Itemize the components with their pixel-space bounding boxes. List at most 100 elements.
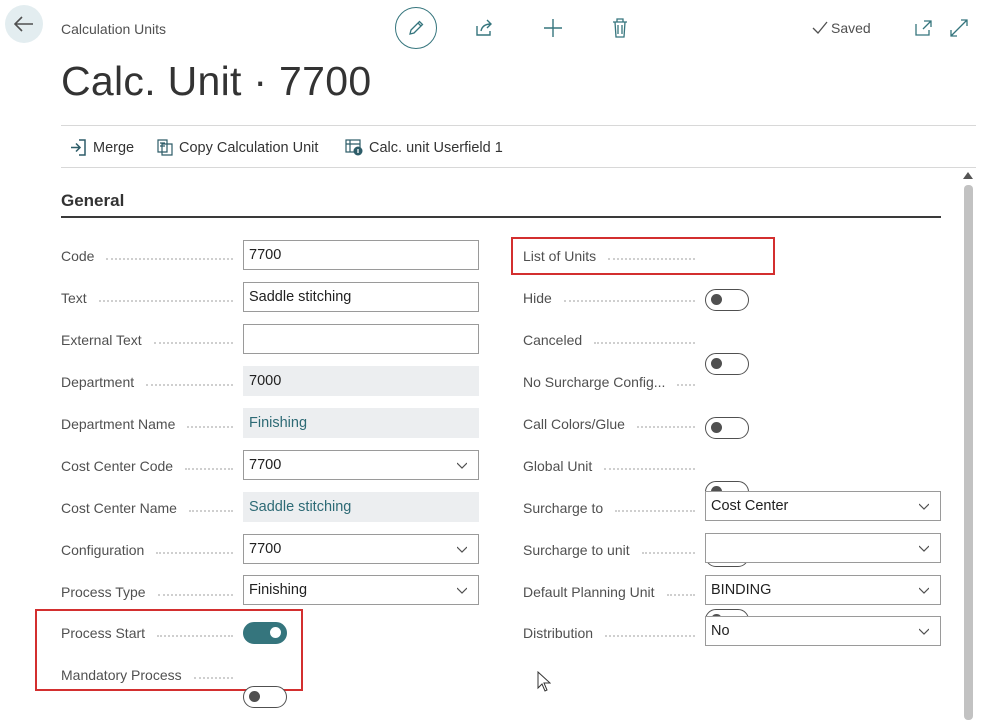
delete-button[interactable] — [608, 16, 632, 40]
default-planning-unit-value: BINDING — [711, 582, 772, 598]
global-unit-label: Global Unit — [523, 456, 705, 476]
chevron-down-icon — [919, 545, 929, 552]
department-label-text: Department — [61, 374, 135, 390]
cost-center-name-label: Cost Center Name — [61, 498, 243, 518]
chevron-down-icon — [457, 546, 467, 553]
toggle-knob — [711, 422, 722, 433]
copy-calculation-unit-action[interactable]: Copy Calculation Unit — [157, 139, 318, 156]
toggle-knob — [711, 358, 722, 369]
hide-label-text: Hide — [523, 290, 552, 306]
configuration-label-text: Configuration — [61, 542, 145, 558]
expand-button[interactable] — [948, 17, 970, 39]
distribution-dropdown[interactable]: No — [705, 616, 941, 646]
default-planning-unit-label: Default Planning Unit — [523, 582, 705, 602]
canceled-label-text: Canceled — [523, 332, 583, 348]
trash-icon — [613, 18, 627, 38]
process-type-dropdown[interactable]: Finishing — [243, 575, 479, 605]
toggle-knob — [270, 627, 281, 638]
cost-center-code-dropdown[interactable]: 7700 — [243, 450, 479, 480]
scrollbar-thumb[interactable] — [964, 185, 973, 720]
cost-center-code-label-text: Cost Center Code — [61, 458, 174, 474]
leader-dots — [605, 635, 695, 637]
breadcrumb[interactable]: Calculation Units — [61, 21, 166, 37]
leader-dots — [193, 677, 233, 679]
text-label-text: Text — [61, 290, 87, 306]
leader-dots — [615, 510, 695, 512]
chevron-down-icon — [457, 462, 467, 469]
cost-center-name-field[interactable]: Saddle stitching — [243, 492, 479, 522]
section-title-general[interactable]: General — [61, 191, 124, 211]
page-title: Calc. Unit · 7700 — [61, 58, 372, 104]
saved-status: Saved — [812, 20, 871, 36]
leader-dots — [636, 426, 695, 428]
process-start-label: Process Start — [61, 623, 243, 643]
configuration-label: Configuration — [61, 540, 243, 560]
default-planning-unit-dropdown[interactable]: BINDING — [705, 575, 941, 605]
new-button[interactable] — [541, 16, 565, 40]
edit-button[interactable] — [395, 7, 437, 49]
department-name-field[interactable]: Finishing — [243, 408, 479, 438]
process-start-toggle[interactable] — [243, 622, 287, 644]
list-of-units-label: List of Units — [523, 246, 705, 266]
copy-calculation-unit-label: Copy Calculation Unit — [179, 139, 319, 156]
external-text-label-text: External Text — [61, 332, 142, 348]
mandatory-process-label: Mandatory Process — [61, 665, 243, 685]
department-name-label-text: Department Name — [61, 416, 176, 432]
mandatory-process-label-text: Mandatory Process — [61, 667, 182, 683]
configuration-dropdown[interactable]: 7700 — [243, 534, 479, 564]
leader-dots — [666, 594, 695, 596]
call-colors-glue-label-text: Call Colors/Glue — [523, 416, 625, 432]
leader-dots — [98, 300, 233, 302]
share-icon — [476, 19, 492, 36]
code-label-text: Code — [61, 248, 95, 264]
saved-label: Saved — [831, 20, 871, 36]
process-type-value: Finishing — [249, 582, 308, 598]
leader-dots — [106, 258, 233, 260]
leader-dots — [677, 384, 695, 386]
userfield-icon — [345, 139, 363, 156]
merge-action[interactable]: Merge — [70, 139, 134, 156]
cost-center-code-value: 7700 — [249, 457, 282, 473]
surcharge-to-unit-label: Surcharge to unit — [523, 540, 705, 560]
surcharge-to-unit-dropdown[interactable] — [705, 533, 941, 563]
no-surcharge-label: No Surcharge Config... — [523, 372, 705, 392]
chevron-down-icon — [919, 628, 929, 635]
pencil-icon — [409, 20, 424, 35]
canceled-label: Canceled — [523, 330, 705, 350]
leader-dots — [187, 426, 233, 428]
scroll-up-arrow[interactable] — [963, 172, 973, 179]
surcharge-to-label-text: Surcharge to — [523, 500, 604, 516]
back-button[interactable] — [5, 5, 43, 43]
text-value: Saddle stitching — [249, 289, 352, 305]
action-bar-top-divider — [61, 125, 976, 126]
expand-icon — [950, 19, 968, 37]
action-bar-bottom-divider — [61, 167, 976, 168]
external-text-field[interactable] — [243, 324, 479, 354]
share-button[interactable] — [472, 16, 496, 40]
userfield-action[interactable]: Calc. unit Userfield 1 — [345, 139, 503, 156]
code-value: 7700 — [249, 247, 282, 263]
external-text-label: External Text — [61, 330, 243, 350]
canceled-toggle[interactable] — [705, 417, 749, 439]
mandatory-process-toggle[interactable] — [243, 686, 287, 708]
leader-dots — [146, 384, 233, 386]
department-field: 7000 — [243, 366, 479, 396]
department-value: 7000 — [249, 373, 282, 389]
leader-dots — [563, 300, 695, 302]
global-unit-label-text: Global Unit — [523, 458, 593, 474]
leader-dots — [594, 342, 695, 344]
hide-label: Hide — [523, 288, 705, 308]
copy-icon — [157, 139, 173, 156]
distribution-label: Distribution — [523, 623, 705, 643]
open-in-new-window-icon — [915, 20, 932, 36]
process-type-label: Process Type — [61, 582, 243, 602]
open-new-window-button[interactable] — [912, 17, 934, 39]
no-surcharge-label-text: No Surcharge Config... — [523, 374, 666, 390]
arrow-left-icon — [14, 16, 33, 32]
list-of-units-toggle[interactable] — [705, 289, 749, 311]
userfield-label: Calc. unit Userfield 1 — [369, 139, 503, 156]
text-field[interactable]: Saddle stitching — [243, 282, 479, 312]
surcharge-to-dropdown[interactable]: Cost Center — [705, 491, 941, 521]
hide-toggle[interactable] — [705, 353, 749, 375]
code-field[interactable]: 7700 — [243, 240, 479, 270]
